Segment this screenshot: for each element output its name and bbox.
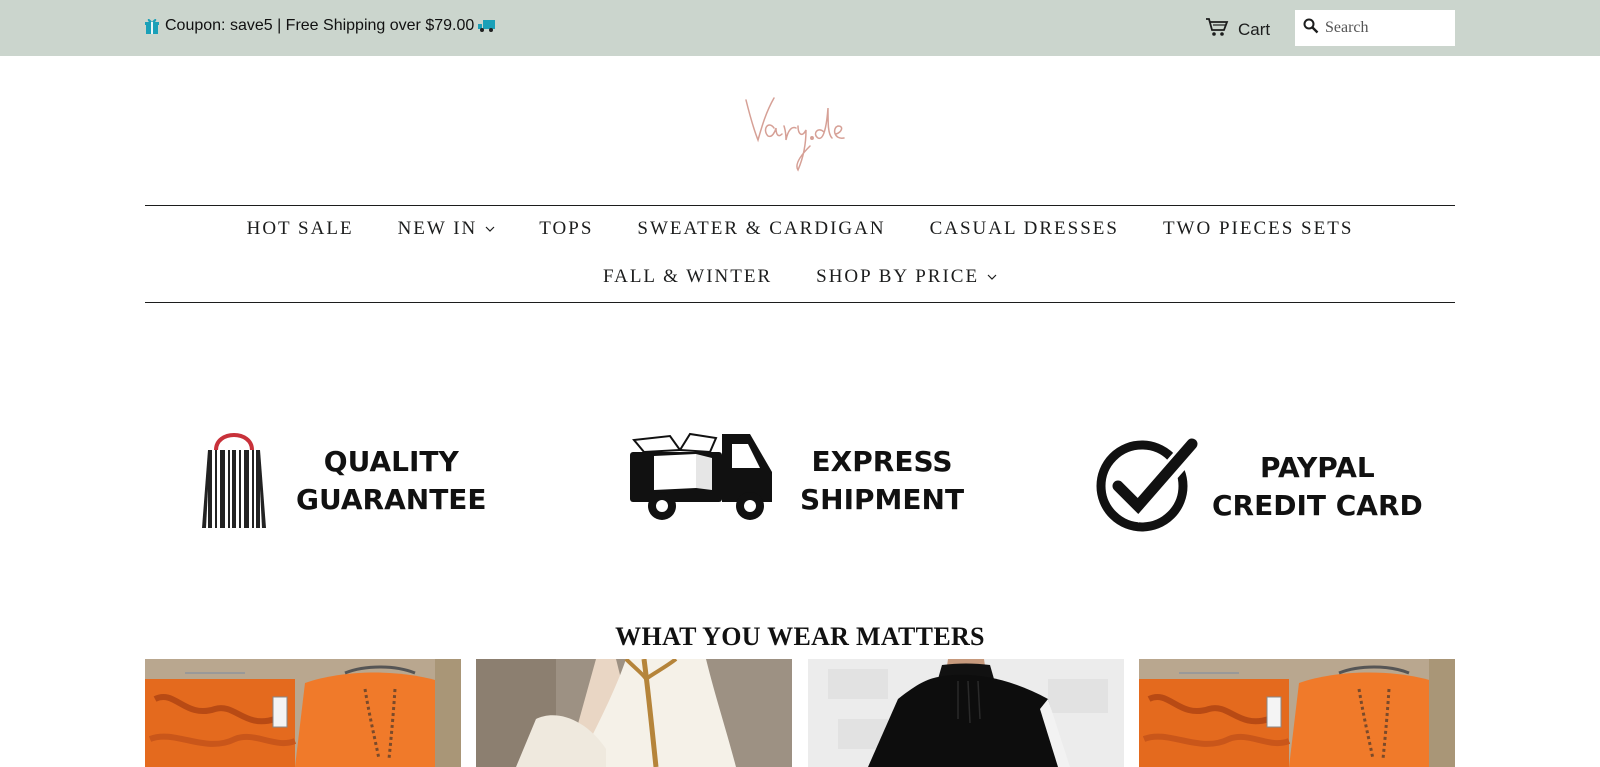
nav-row-primary: HOT SALE NEW IN TOPS SWEATER & CARDIGAN … <box>145 218 1455 240</box>
gift-icon <box>145 17 159 35</box>
search-box[interactable] <box>1295 10 1455 46</box>
chevron-down-icon <box>987 274 997 280</box>
product-card[interactable] <box>808 659 1124 767</box>
feature-label-line1: QUALITY <box>323 444 459 478</box>
nav-item-fall-winter[interactable]: FALL & WINTER <box>603 266 772 288</box>
nav-item-label: HOT SALE <box>246 218 354 239</box>
truck-icon <box>478 19 496 33</box>
search-icon[interactable] <box>1303 18 1319 39</box>
nav-row-secondary: FALL & WINTER SHOP BY PRICE <box>145 266 1455 288</box>
feature-label-line2: SHIPMENT <box>800 482 965 516</box>
delivery-truck-icon <box>630 432 774 529</box>
feature-label: EXPRESS SHIPMENT <box>800 443 964 519</box>
product-card[interactable] <box>476 659 792 767</box>
main-navigation: HOT SALE NEW IN TOPS SWEATER & CARDIGAN … <box>145 205 1455 303</box>
cart-icon <box>1205 17 1238 42</box>
nav-item-label: TWO PIECES SETS <box>1162 218 1354 239</box>
feature-label-line2: CREDIT CARD <box>1212 488 1423 522</box>
nav-item-label: NEW IN <box>397 218 478 239</box>
nav-item-label: SHOP BY PRICE <box>816 266 980 287</box>
nav-item-shop-by-price[interactable]: SHOP BY PRICE <box>816 266 997 288</box>
black-blouse-image <box>808 659 1124 767</box>
nav-item-tops[interactable]: TOPS <box>539 218 593 240</box>
nav-item-label: CASUAL DRESSES <box>929 218 1119 239</box>
feature-label-line1: EXPRESS <box>811 444 953 478</box>
feature-quality-guarantee: QUALITY GUARANTEE <box>196 426 487 535</box>
nav-item-casual-dresses[interactable]: CASUAL DRESSES <box>930 218 1119 240</box>
white-zip-sweater-image <box>476 659 792 767</box>
orange-camo-set-image <box>145 659 461 767</box>
shopping-bag-barcode-icon <box>196 426 272 535</box>
announcement-message: Coupon: save5 | Free Shipping over $79.0… <box>145 17 496 35</box>
nav-item-new-in[interactable]: NEW IN <box>398 218 496 240</box>
product-card[interactable] <box>1139 659 1455 767</box>
feature-label-line2: GUARANTEE <box>296 482 487 516</box>
feature-label: QUALITY GUARANTEE <box>296 443 487 519</box>
nav-item-hot-sale[interactable]: HOT SALE <box>247 218 354 240</box>
feature-express-shipment: EXPRESS SHIPMENT <box>630 432 964 529</box>
announcement-text: Coupon: save5 | Free Shipping over $79.0… <box>165 17 475 34</box>
cart-link[interactable]: Cart <box>1205 17 1270 42</box>
nav-item-two-pieces-sets[interactable]: TWO PIECES SETS <box>1163 218 1353 240</box>
brand-logo[interactable] <box>740 88 860 174</box>
product-card[interactable] <box>145 659 461 767</box>
checkmark-circle-icon <box>1094 432 1206 537</box>
nav-item-label: SWEATER & CARDIGAN <box>637 218 886 239</box>
feature-paypal-credit-card: PAYPAL CREDIT CARD <box>1094 432 1423 537</box>
announcement-bar: Coupon: save5 | Free Shipping over $79.0… <box>0 0 1600 56</box>
nav-item-sweater-cardigan[interactable]: SWEATER & CARDIGAN <box>637 218 885 240</box>
cart-label: Cart <box>1238 19 1271 39</box>
chevron-down-icon <box>485 226 495 232</box>
search-input[interactable] <box>1325 19 1445 37</box>
section-title: WHAT YOU WEAR MATTERS <box>615 622 985 651</box>
feature-label-line1: PAYPAL <box>1260 450 1375 484</box>
nav-item-label: FALL & WINTER <box>602 266 773 287</box>
nav-item-label: TOPS <box>539 218 594 239</box>
feature-label: PAYPAL CREDIT CARD <box>1212 449 1423 525</box>
orange-camo-set-image <box>1139 659 1455 767</box>
